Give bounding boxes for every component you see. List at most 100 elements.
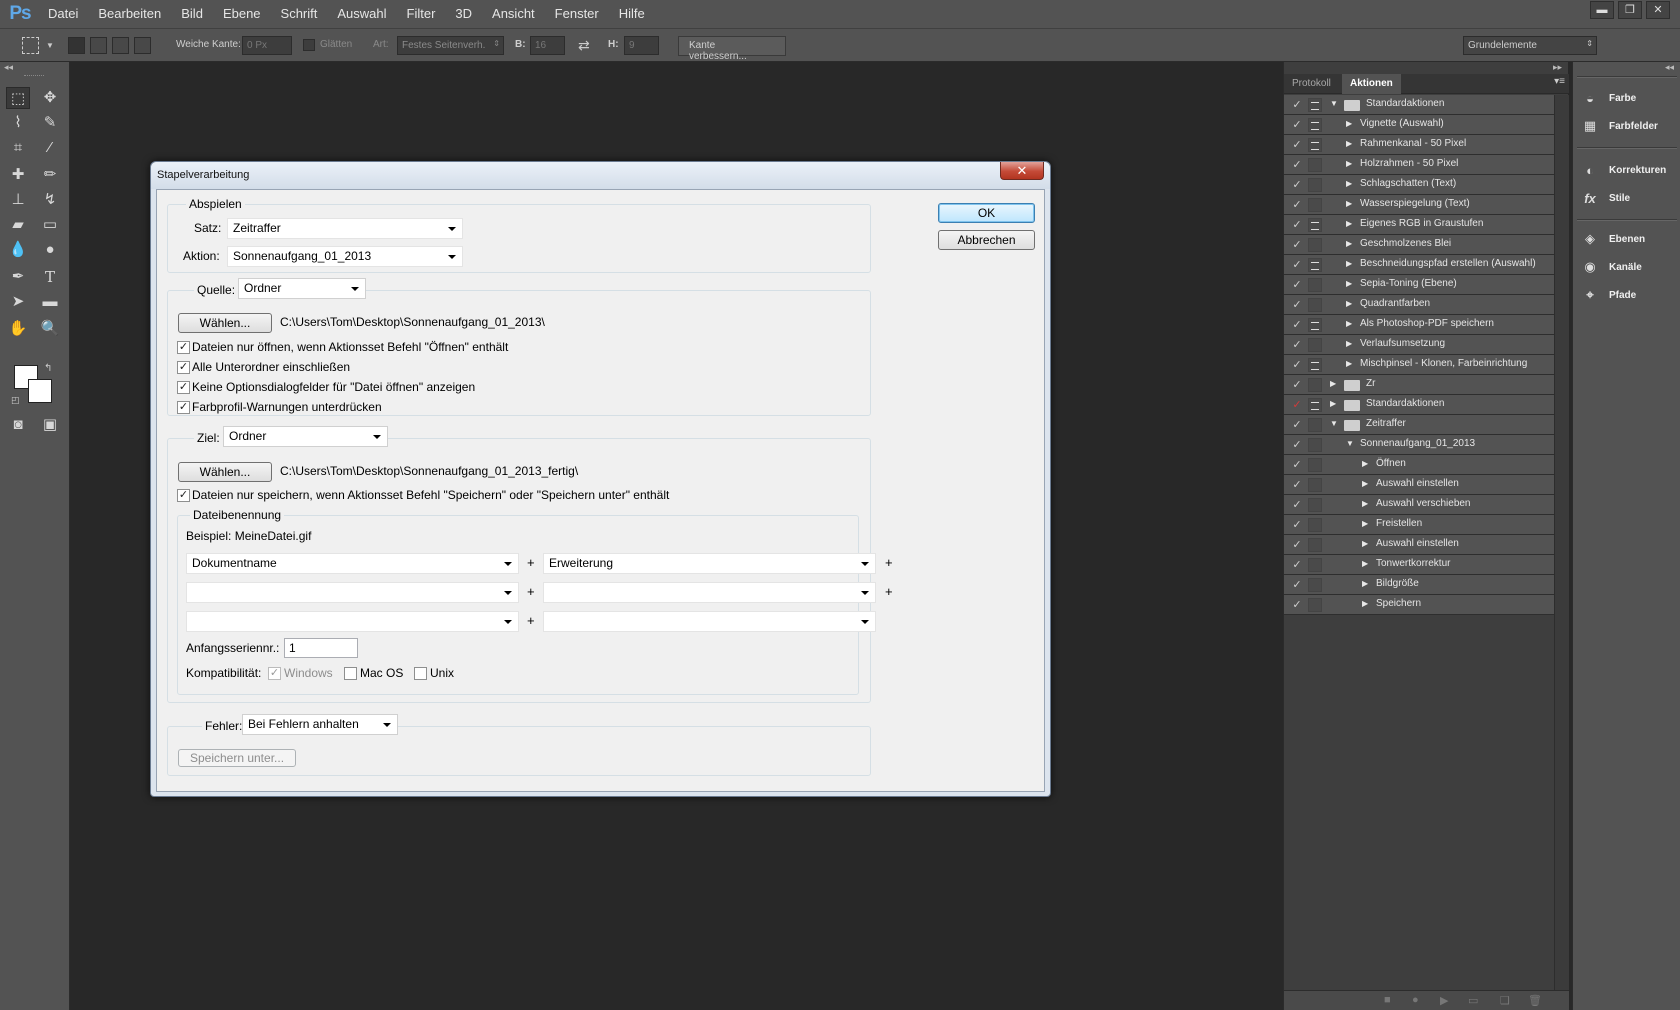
screen-mode-icon[interactable]: ▣ <box>38 414 62 436</box>
dialog-toggle-icon[interactable] <box>1308 598 1322 612</box>
check-icon[interactable]: ✓ <box>1290 378 1304 392</box>
grip-icon[interactable] <box>24 75 44 77</box>
menu-schrift[interactable]: Schrift <box>271 0 328 28</box>
source-choose-button[interactable]: Wählen... <box>178 313 272 333</box>
dialog-toggle-icon[interactable] <box>1308 298 1322 312</box>
check-icon[interactable]: ✓ <box>1290 598 1304 612</box>
naming-row3-left-select[interactable] <box>186 611 519 632</box>
source-select[interactable]: Ordner <box>238 278 366 299</box>
dialog-toggle-icon[interactable] <box>1308 498 1322 512</box>
menu-bild[interactable]: Bild <box>171 0 213 28</box>
menu-auswahl[interactable]: Auswahl <box>327 0 396 28</box>
expand-right-icon[interactable]: ▶ <box>1362 539 1368 548</box>
history-brush-tool-icon[interactable]: ↯ <box>38 189 62 211</box>
menu-ebene[interactable]: Ebene <box>213 0 271 28</box>
blur-tool-icon[interactable]: 💧 <box>6 239 30 261</box>
errors-select[interactable]: Bei Fehlern anhalten <box>242 714 398 735</box>
marquee-preset-icon[interactable] <box>22 37 39 54</box>
tab-protokoll[interactable]: Protokoll <box>1284 74 1339 94</box>
menu-hilfe[interactable]: Hilfe <box>609 0 655 28</box>
target-opt-checkbox[interactable]: ✓ <box>177 489 190 502</box>
expand-right-icon[interactable]: ▶ <box>1346 259 1352 268</box>
check-icon[interactable]: ✓ <box>1290 278 1304 292</box>
lasso-tool-icon[interactable]: ⌇ <box>6 112 30 134</box>
action-row[interactable]: ✓ ▶ Vignette (Auswahl) <box>1284 115 1554 135</box>
expand-right-icon[interactable]: ▶ <box>1346 339 1352 348</box>
expand-right-icon[interactable]: ▶ <box>1346 319 1352 328</box>
source-opt-4-checkbox[interactable]: ✓ <box>177 401 190 414</box>
menu-fenster[interactable]: Fenster <box>545 0 609 28</box>
dialog-toggle-icon[interactable] <box>1308 578 1322 592</box>
type-tool-icon[interactable]: T <box>38 266 62 288</box>
dialog-toggle-icon[interactable] <box>1308 98 1322 112</box>
action-step-row[interactable]: ✓ ▶ Öffnen <box>1284 455 1554 475</box>
check-icon[interactable]: ✓ <box>1290 138 1304 152</box>
quick-mask-icon[interactable]: ◙ <box>6 414 30 436</box>
check-icon[interactable]: ✓ <box>1290 458 1304 472</box>
check-icon[interactable]: ✓ <box>1290 198 1304 212</box>
crop-tool-icon[interactable]: ⌗ <box>6 137 30 159</box>
dialog-toggle-icon[interactable] <box>1308 438 1322 452</box>
dialog-toggle-icon[interactable] <box>1308 338 1322 352</box>
chevron-down-icon[interactable]: ▼ <box>46 41 54 50</box>
collapse-icon[interactable]: ◂◂ <box>4 62 13 73</box>
expand-right-icon[interactable]: ▶ <box>1362 579 1368 588</box>
expand-right-icon[interactable]: ▶ <box>1362 499 1368 508</box>
check-icon[interactable]: ✓ <box>1290 418 1304 432</box>
brush-tool-icon[interactable]: ✏ <box>38 164 62 186</box>
dialog-toggle-icon[interactable] <box>1308 538 1322 552</box>
naming-row2-left-select[interactable] <box>186 582 519 603</box>
antialias-checkbox[interactable] <box>303 39 315 51</box>
action-row[interactable]: ✓ ▶ Holzrahmen - 50 Pixel <box>1284 155 1554 175</box>
serial-input[interactable]: 1 <box>284 638 358 658</box>
expand-right-icon[interactable]: ▶ <box>1346 279 1352 288</box>
action-row[interactable]: ✓ ▶ Sepia-Toning (Ebene) <box>1284 275 1554 295</box>
expand-right-icon[interactable]: ▶ <box>1362 519 1368 528</box>
target-choose-button[interactable]: Wählen... <box>178 462 272 482</box>
eraser-tool-icon[interactable]: ▰ <box>6 214 30 236</box>
new-set-icon[interactable]: ▭ <box>1468 994 1478 1007</box>
expand-down-icon[interactable]: ▼ <box>1330 419 1338 428</box>
collapse-icon[interactable]: ▸▸ <box>1553 62 1562 73</box>
dialog-close-button[interactable]: ✕ <box>1000 162 1044 180</box>
action-row[interactable]: ✓ ▶ Quadrantfarben <box>1284 295 1554 315</box>
menu-ansicht[interactable]: Ansicht <box>482 0 545 28</box>
background-color-swatch[interactable] <box>28 379 52 403</box>
check-icon[interactable]: ✓ <box>1290 238 1304 252</box>
check-icon[interactable]: ✓ <box>1290 538 1304 552</box>
naming-row2-right-select[interactable] <box>543 582 876 603</box>
dock-pfade[interactable]: ⌖ Pfade <box>1581 282 1636 308</box>
source-opt-1-checkbox[interactable]: ✓ <box>177 341 190 354</box>
expand-right-icon[interactable]: ▶ <box>1346 159 1352 168</box>
dialog-titlebar[interactable]: Stapelverarbeitung ✕ <box>151 162 1050 189</box>
dialog-toggle-icon[interactable] <box>1308 458 1322 472</box>
windows-checkbox[interactable]: ✓ <box>268 667 281 680</box>
dodge-tool-icon[interactable]: ● <box>38 239 62 261</box>
dialog-toggle-icon[interactable] <box>1308 378 1322 392</box>
expand-right-icon[interactable]: ▶ <box>1330 379 1336 388</box>
add-selection-icon[interactable] <box>90 37 107 54</box>
dock-ebenen[interactable]: ◈ Ebenen <box>1581 226 1645 252</box>
dialog-toggle-icon[interactable] <box>1308 258 1322 272</box>
set-select[interactable]: Zeitraffer <box>227 218 463 239</box>
dialog-toggle-icon[interactable] <box>1308 478 1322 492</box>
refine-edge-button[interactable]: Kante verbessern... <box>678 36 786 62</box>
dock-korrekturen[interactable]: ◐ Korrekturen <box>1581 157 1666 183</box>
panel-menu-icon[interactable]: ▾≡ <box>1554 76 1565 87</box>
dialog-toggle-icon[interactable] <box>1308 178 1322 192</box>
style-select[interactable]: Festes Seitenverh. ⇕ <box>397 36 504 55</box>
dialog-toggle-icon[interactable] <box>1308 158 1322 172</box>
expand-right-icon[interactable]: ▶ <box>1362 479 1368 488</box>
expand-down-icon[interactable]: ▼ <box>1346 439 1354 448</box>
dialog-toggle-icon[interactable] <box>1308 558 1322 572</box>
stop-icon[interactable]: ■ <box>1384 994 1391 1006</box>
check-icon[interactable]: ✓ <box>1290 478 1304 492</box>
action-row[interactable]: ✓ ▶ Wasserspiegelung (Text) <box>1284 195 1554 215</box>
expand-right-icon[interactable]: ▶ <box>1346 359 1352 368</box>
play-icon[interactable]: ▶ <box>1440 994 1448 1007</box>
check-icon[interactable]: ✓ <box>1290 318 1304 332</box>
width-input[interactable]: 16 <box>530 36 565 55</box>
ok-button[interactable]: OK <box>938 203 1035 223</box>
action-step-row[interactable]: ✓ ▶ Speichern <box>1284 595 1554 615</box>
action-row[interactable]: ✓ ▶ Verlaufsumsetzung <box>1284 335 1554 355</box>
